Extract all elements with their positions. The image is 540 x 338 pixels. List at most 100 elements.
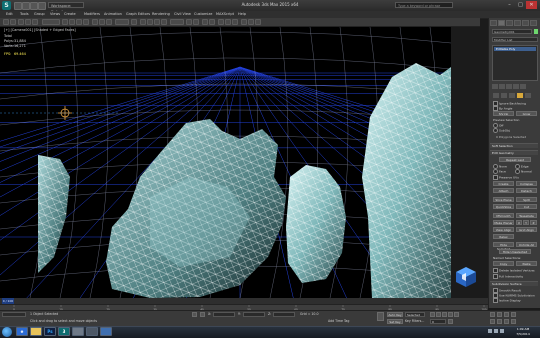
create-button[interactable]: Create: [493, 181, 514, 186]
menu-tools[interactable]: Tools: [20, 11, 29, 18]
go-to-end-icon[interactable]: [454, 312, 459, 317]
relax-button[interactable]: Relax: [493, 234, 514, 239]
constraint-face-radio[interactable]: Face: [493, 169, 506, 174]
scale-icon[interactable]: [106, 19, 112, 25]
view-align-button[interactable]: View Align: [493, 227, 514, 232]
new-file-icon[interactable]: [14, 2, 22, 10]
copy-button[interactable]: Copy: [493, 261, 514, 266]
hide-selected-button[interactable]: Hide Selected: [493, 242, 514, 251]
menu-customize[interactable]: Customize: [194, 11, 212, 18]
hide-unselected-button[interactable]: Hide Unselected: [499, 249, 531, 254]
modifier-stack[interactable]: Editable Poly: [492, 45, 538, 81]
menu-help[interactable]: Help: [238, 11, 246, 18]
angle-snap-icon[interactable]: [147, 19, 153, 25]
full-interactivity-checkbox[interactable]: Full Interactivity: [493, 274, 523, 279]
material-editor-icon[interactable]: [232, 19, 238, 25]
shrink-button[interactable]: Shrink: [493, 111, 514, 116]
absolute-mode-icon[interactable]: [200, 312, 205, 317]
viewport[interactable]: [+] [Camera001] [Shaded + Edged Faces] T…: [0, 27, 451, 298]
modifier-list-select[interactable]: Modifier List: [492, 37, 538, 42]
save-file-icon[interactable]: [30, 2, 38, 10]
go-to-start-icon[interactable]: [430, 312, 435, 317]
menu-rendering[interactable]: Rendering: [152, 11, 170, 18]
axis-y-button[interactable]: Y: [523, 220, 529, 225]
maximize-button[interactable]: □: [515, 1, 526, 9]
pan-view-icon[interactable]: [497, 319, 502, 324]
workspace-select[interactable]: Workspace: Default: [48, 2, 84, 14]
schematic-view-icon[interactable]: [225, 19, 231, 25]
display-tab[interactable]: [522, 20, 529, 26]
edge-icon[interactable]: [501, 93, 507, 98]
render-icon[interactable]: [255, 19, 261, 25]
msmooth-button[interactable]: MSmooth: [493, 213, 514, 218]
create-tab[interactable]: [490, 20, 497, 26]
menu-civil-view[interactable]: Civil View: [174, 11, 191, 18]
maximize-viewport-icon[interactable]: [511, 319, 516, 324]
graphite-ribbon-icon[interactable]: [209, 19, 215, 25]
layer-manager-icon[interactable]: [202, 19, 208, 25]
window-crossing-icon[interactable]: [83, 19, 89, 25]
app-icon-5[interactable]: [72, 327, 84, 336]
app-icon-7[interactable]: [100, 327, 112, 336]
menu-modifiers[interactable]: Modifiers: [84, 11, 100, 18]
cut-button[interactable]: Cut: [516, 204, 537, 209]
reference-coordinate-select[interactable]: [115, 19, 129, 25]
internet-explorer-icon[interactable]: e: [16, 327, 28, 336]
menu-graph-editors[interactable]: Graph Editors: [126, 11, 150, 18]
edit-geometry-rollout[interactable]: Edit Geometry: [490, 150, 538, 155]
key-mode-select[interactable]: Selected: [405, 312, 425, 317]
attach-button[interactable]: Attach: [493, 188, 514, 193]
polygon-icon[interactable]: [517, 93, 523, 98]
rectangle-selection-icon[interactable]: [76, 19, 82, 25]
make-unique-icon[interactable]: [506, 84, 512, 89]
set-key-icon[interactable]: [377, 312, 384, 321]
pivot-center-icon[interactable]: [131, 19, 137, 25]
menu-edit[interactable]: Edit: [6, 11, 13, 18]
bind-space-warp-icon[interactable]: [32, 19, 38, 25]
isoline-display-checkbox[interactable]: Isoline Display: [493, 298, 521, 303]
subdivision-surface-rollout[interactable]: Subdivision Surface: [490, 281, 538, 286]
slice-plane-button[interactable]: Slice Plane: [493, 197, 514, 202]
move-icon[interactable]: [92, 19, 98, 25]
app-logo-button[interactable]: S: [2, 1, 11, 10]
app-icon-6[interactable]: [86, 327, 98, 336]
rotate-icon[interactable]: [99, 19, 105, 25]
snap-toggle-icon[interactable]: [140, 19, 146, 25]
z-coord-field[interactable]: [273, 312, 295, 317]
hierarchy-tab[interactable]: [506, 20, 513, 26]
next-frame-icon[interactable]: [448, 312, 453, 317]
named-selection-sets-select[interactable]: [170, 19, 184, 25]
tray-network-icon[interactable]: [488, 329, 492, 333]
configure-sets-icon[interactable]: [520, 84, 526, 89]
stack-item-editable-poly[interactable]: Editable Poly: [494, 47, 536, 51]
add-time-tag-button[interactable]: Add Time Tag: [328, 319, 349, 323]
close-button[interactable]: ✕: [526, 1, 537, 9]
3ds-max-icon[interactable]: 3: [58, 327, 70, 336]
zoom-extents-all-icon[interactable]: [511, 312, 516, 317]
viewport-label[interactable]: [+] [Camera001] [Shaded + Edged Faces]: [4, 28, 76, 32]
open-file-icon[interactable]: [22, 2, 30, 10]
object-color-swatch[interactable]: [534, 29, 538, 34]
mirror-icon[interactable]: [186, 19, 192, 25]
link-icon[interactable]: [18, 19, 24, 25]
zoom-all-icon[interactable]: [497, 312, 502, 317]
auto-key-button[interactable]: Auto Key: [387, 312, 403, 317]
modify-tab[interactable]: [498, 20, 505, 26]
grid-align-button[interactable]: Grid Align: [516, 227, 537, 232]
rendered-frame-window-icon[interactable]: [248, 19, 254, 25]
start-button[interactable]: [2, 327, 12, 337]
spinner-snap-icon[interactable]: [161, 19, 167, 25]
lock-selection-icon[interactable]: [192, 312, 197, 317]
photoshop-icon[interactable]: Ps: [44, 327, 56, 336]
unlink-icon[interactable]: [25, 19, 31, 25]
motion-tab[interactable]: [514, 20, 521, 26]
preview-subobj-radio[interactable]: SubObj: [493, 128, 510, 133]
collapse-button[interactable]: Collapse: [516, 181, 537, 186]
axis-x-button[interactable]: X: [516, 220, 522, 225]
vertex-icon[interactable]: [493, 93, 499, 98]
curve-editor-icon[interactable]: [218, 19, 224, 25]
tessellate-button[interactable]: Tessellate: [516, 213, 537, 218]
taskbar-clock[interactable]: 1:09 AM 7/5/2014: [508, 327, 538, 336]
make-planar-button[interactable]: Make Planar: [493, 220, 514, 225]
previous-frame-icon[interactable]: [436, 312, 441, 317]
